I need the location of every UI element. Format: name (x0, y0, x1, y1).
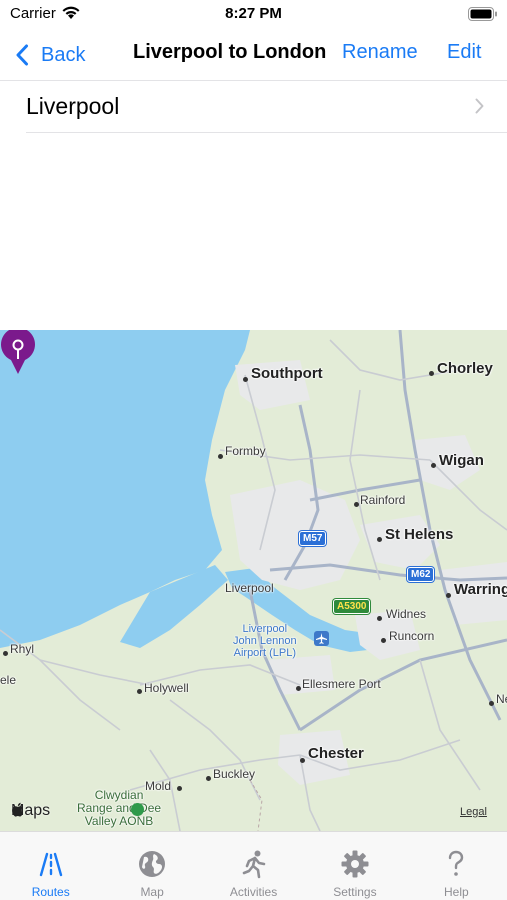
airport-label: Liverpool John Lennon Airport (LPL) (233, 623, 297, 659)
place-label: St Helens (385, 526, 454, 543)
place-label: Runcorn (389, 629, 435, 643)
place-dot (300, 758, 305, 763)
apple-logo-icon (12, 802, 23, 817)
place-label: Buckley (213, 767, 256, 781)
runner-icon (242, 850, 265, 879)
park-icon (131, 803, 144, 816)
border-line (249, 779, 263, 831)
back-label: Back (41, 43, 86, 66)
edit-button[interactable]: Edit (447, 41, 481, 64)
place-label: Ne (496, 692, 507, 706)
place-label: Chester (308, 745, 364, 762)
place-label: Warring (454, 581, 507, 598)
rename-button[interactable]: Rename (342, 41, 418, 64)
tab-label: Routes (31, 885, 70, 899)
place-label: Rhyl (10, 642, 35, 656)
place-dot (377, 616, 382, 621)
navigation-bar: Back Liverpool to London Rename Edit (0, 30, 507, 80)
place-dot (354, 502, 359, 507)
place-dot (431, 463, 436, 468)
road (169, 699, 261, 801)
place-dot (489, 701, 494, 706)
road-shield-m62: M62 (407, 567, 435, 582)
place-label: Chorley (437, 360, 493, 377)
page-title: Liverpool to London (133, 41, 327, 63)
legal-link[interactable]: Legal (460, 806, 487, 818)
place-dot (429, 371, 434, 376)
place-dot (137, 689, 142, 694)
place-dot (218, 454, 223, 459)
place-label: Formby (225, 444, 266, 458)
place-dot (177, 786, 182, 791)
place-label: Liverpool (225, 581, 274, 595)
place-label: Rainford (360, 493, 406, 507)
place-label: Widnes (386, 607, 427, 621)
chevron-right-icon (475, 98, 484, 114)
place-label: Holywell (144, 681, 189, 695)
question-icon (449, 850, 464, 876)
place-label: Ellesmere Port (302, 677, 381, 691)
tab-settings[interactable]: Settings (304, 832, 405, 900)
status-bar: Carrier 8:27 PM (0, 0, 507, 30)
place-dot (206, 776, 211, 781)
road (419, 659, 481, 791)
sea-area (0, 330, 250, 648)
routes-icon (39, 852, 62, 877)
tab-label: Help (443, 885, 469, 899)
gear-icon (341, 850, 369, 878)
park-label: Clwydian Range and Dee Valley AONB (77, 788, 162, 828)
battery-icon (468, 7, 497, 21)
status-time: 8:27 PM (225, 5, 282, 22)
chevron-left-icon (16, 44, 28, 66)
place-label: Wigan (439, 452, 484, 469)
map-pin-icon[interactable] (0, 330, 36, 376)
airport-icon (314, 631, 329, 646)
place-label: Southport (251, 365, 323, 382)
place-dot (381, 638, 386, 643)
maps-attribution: Maps (11, 802, 50, 820)
place-dot (296, 686, 301, 691)
tab-label: Activities (229, 885, 278, 899)
place-dot (377, 537, 382, 542)
place-dot (446, 593, 451, 598)
tab-help[interactable]: Help (406, 832, 507, 900)
road-shield-m57: M57 (299, 531, 327, 546)
tab-label: Map (140, 885, 164, 899)
place-dot (3, 651, 8, 656)
road (39, 659, 151, 686)
tab-map[interactable]: Map (101, 832, 202, 900)
tab-routes[interactable]: Routes (0, 832, 101, 900)
globe-icon (139, 851, 166, 877)
tab-activities[interactable]: Activities (203, 832, 304, 900)
tab-label: Settings (333, 885, 377, 899)
divider (26, 132, 507, 133)
list-item-label: Liverpool (26, 93, 120, 119)
road-shield-a5300: A5300 (333, 599, 371, 614)
back-button[interactable]: Back (15, 40, 85, 70)
place-dot (243, 377, 248, 382)
place-label: ele (0, 673, 17, 687)
list-item[interactable]: Liverpool (0, 81, 507, 133)
tab-bar: Routes Map Activities Settings Help (0, 831, 507, 900)
map-view[interactable]: Southport Chorley Formby Wigan Rainford … (0, 330, 507, 831)
